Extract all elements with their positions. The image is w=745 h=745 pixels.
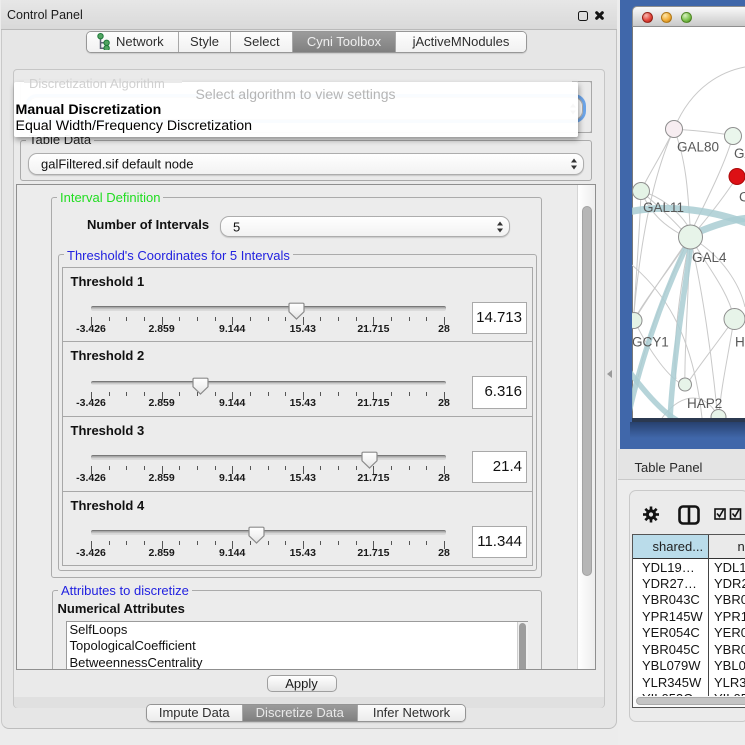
svg-text:GAL11: GAL11 (643, 200, 684, 215)
svg-text:GCY1: GCY1 (632, 335, 669, 350)
svg-text:HAP2: HAP2 (687, 396, 722, 411)
svg-text:C: C (739, 190, 745, 205)
svg-text:GA: GA (734, 146, 745, 161)
svg-text:GAL80: GAL80 (677, 140, 719, 155)
svg-text:H: H (735, 335, 745, 350)
svg-text:GAL4: GAL4 (692, 250, 727, 265)
